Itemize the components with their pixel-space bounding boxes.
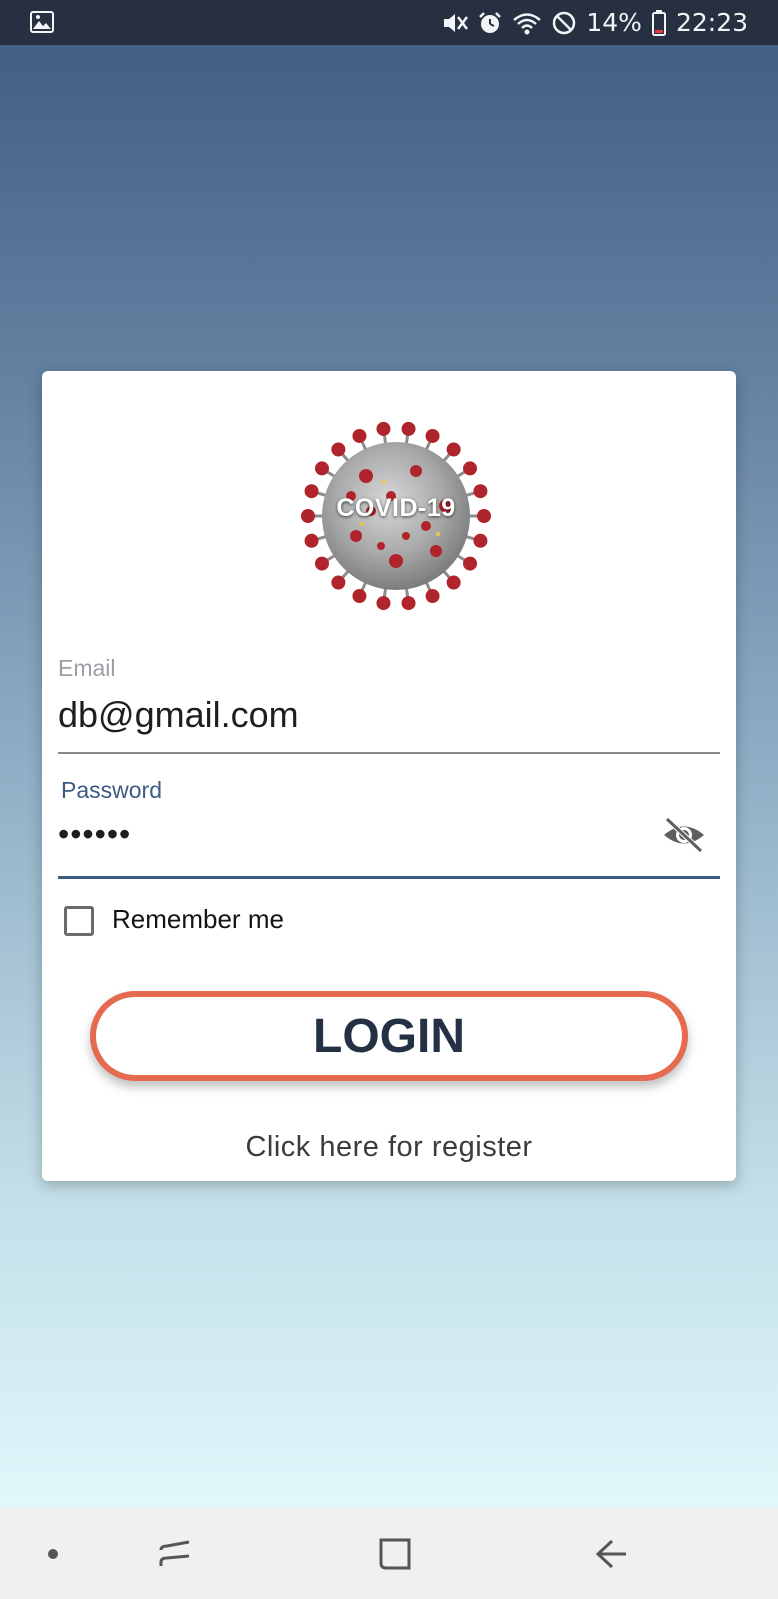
login-card: COVID-19 Email db@gmail.com Password •••… [42, 371, 736, 1181]
email-field-group: Email [58, 655, 720, 682]
password-label: Password [61, 777, 162, 803]
nav-dot[interactable] [38, 1508, 68, 1599]
battery-percent: 14% [586, 8, 642, 37]
do-not-disturb-icon [553, 11, 576, 34]
password-field-group: Password [61, 777, 723, 804]
status-icons: 14% 22:23 [442, 0, 748, 45]
gallery-icon [30, 11, 54, 33]
login-button-label: LOGIN [313, 1009, 465, 1063]
password-input-value[interactable]: •••••• [58, 816, 720, 853]
covid-virus-logo: COVID-19 [296, 416, 496, 616]
alarm-icon [479, 11, 502, 33]
email-input-value[interactable]: db@gmail.com [58, 694, 720, 736]
register-link[interactable]: Click here for register [42, 1131, 736, 1164]
eye-off-icon[interactable] [662, 816, 706, 854]
email-field[interactable]: db@gmail.com [58, 694, 720, 736]
password-underline [58, 876, 720, 879]
home-icon [379, 1538, 411, 1569]
nav-home-button[interactable] [370, 1508, 420, 1599]
back-icon [595, 1539, 626, 1568]
remember-me-checkbox[interactable] [64, 906, 94, 936]
navigation-bar [0, 1508, 778, 1599]
recents-icon [159, 1540, 190, 1566]
wifi-icon [513, 12, 542, 34]
nav-back-button[interactable] [586, 1508, 636, 1599]
clock-time: 22:23 [675, 8, 748, 37]
password-field[interactable]: •••••• [58, 816, 720, 853]
nav-recents-button[interactable] [150, 1508, 200, 1599]
logo-title: COVID-19 [336, 494, 456, 522]
status-bar: 14% 22:23 [0, 0, 778, 45]
login-button[interactable]: LOGIN [90, 991, 688, 1081]
mute-icon [444, 13, 469, 32]
remember-me-label[interactable]: Remember me [112, 904, 284, 935]
email-label: Email [58, 655, 116, 681]
battery-icon [651, 9, 666, 36]
email-underline [58, 752, 720, 754]
dot-icon [48, 1548, 58, 1559]
